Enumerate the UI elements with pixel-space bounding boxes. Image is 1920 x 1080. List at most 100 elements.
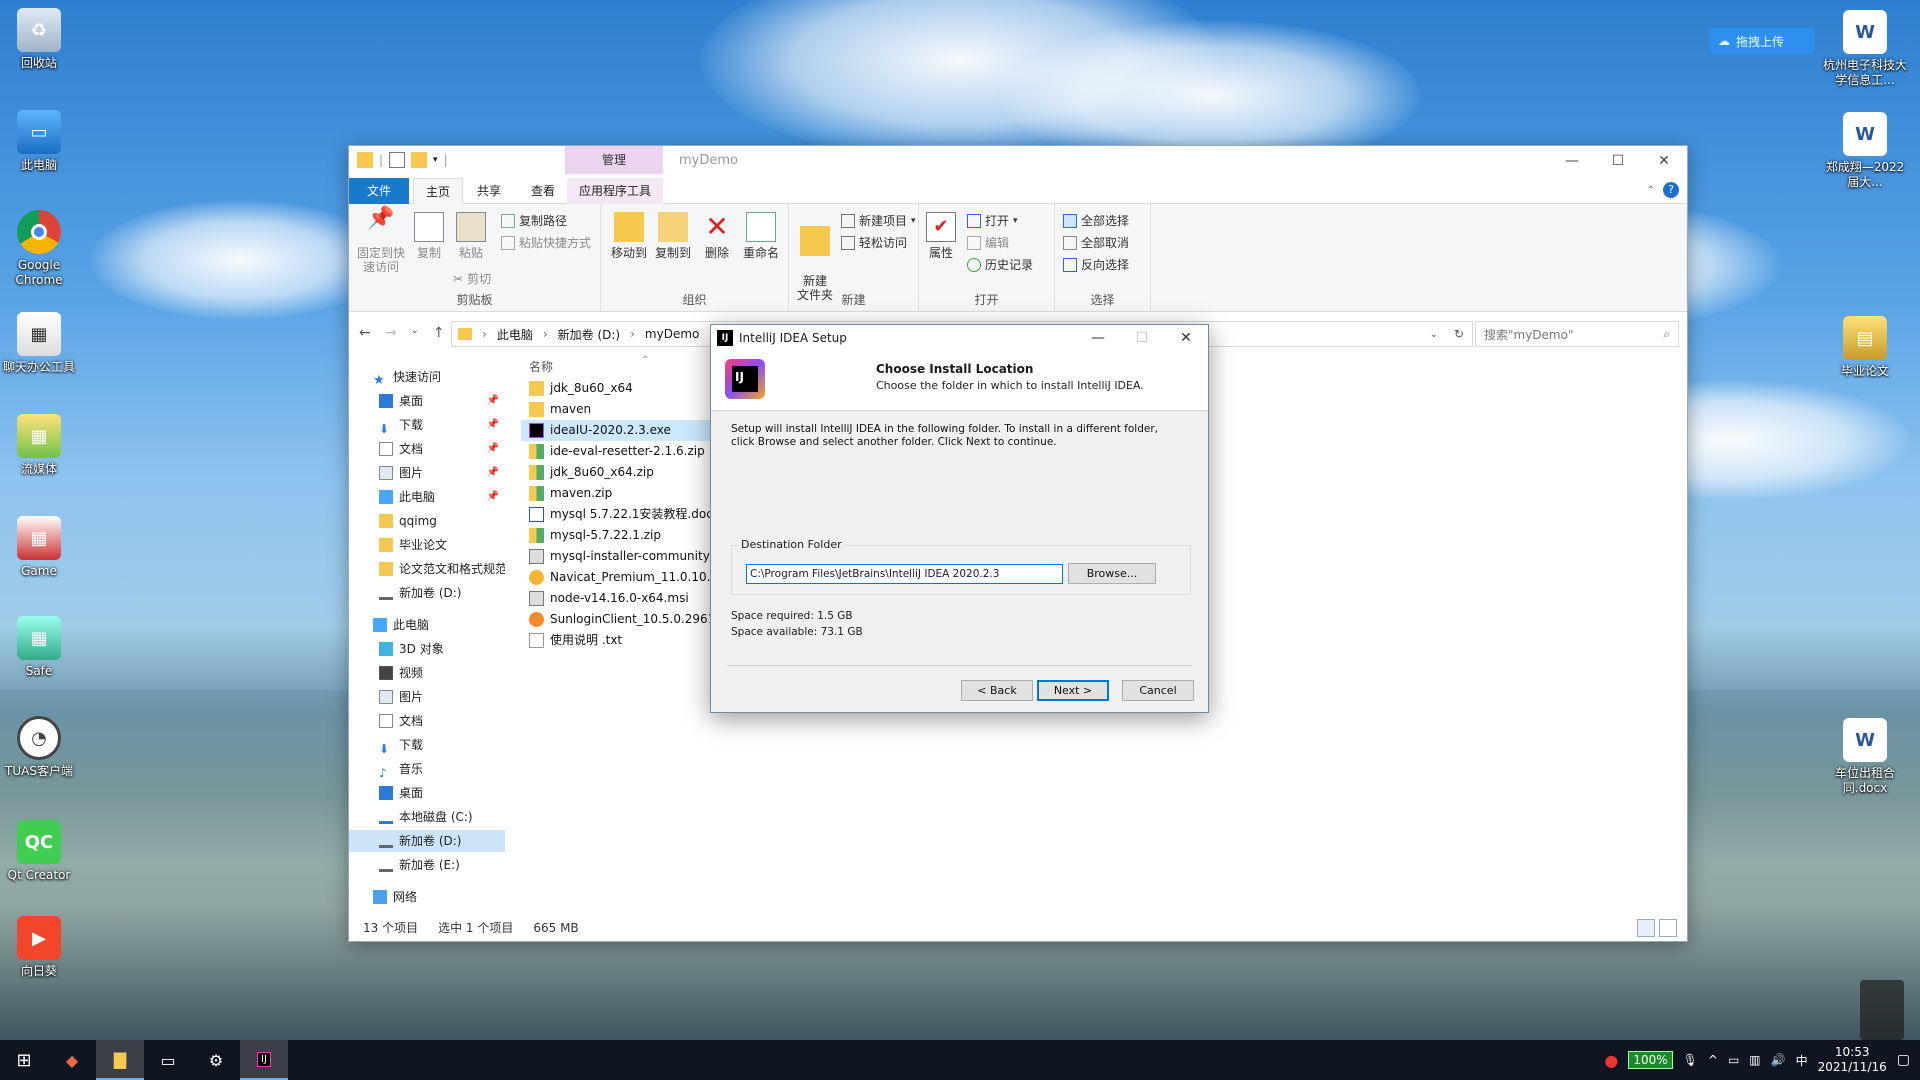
desktop-icon-game[interactable]: ▦ Game bbox=[0, 516, 78, 579]
select-none-button[interactable]: 全部取消 bbox=[1063, 234, 1129, 251]
address-dropdown-icon[interactable]: ⌄ bbox=[1430, 329, 1438, 340]
network-icon[interactable]: ▥ bbox=[1749, 1053, 1760, 1067]
large-icons-view-icon[interactable] bbox=[1659, 919, 1677, 937]
taskbar-settings[interactable]: ⚙ bbox=[192, 1040, 240, 1080]
breadcrumb-mydemo[interactable]: myDemo bbox=[645, 327, 699, 341]
antivirus-tray-icon[interactable]: ● bbox=[1604, 1051, 1618, 1070]
battery-indicator[interactable]: 100% bbox=[1628, 1051, 1673, 1069]
pin-quick-access-button[interactable]: 📌 固定到快速访问 bbox=[355, 208, 407, 275]
tab-share[interactable]: 共享 bbox=[465, 178, 513, 204]
taskbar-file-explorer[interactable]: ▇ bbox=[96, 1040, 144, 1080]
open-button[interactable]: 打开 ▾ bbox=[967, 212, 1018, 229]
next-button[interactable]: Next > bbox=[1037, 680, 1109, 701]
nav-3d-objects[interactable]: 3D 对象 bbox=[349, 638, 505, 660]
paste-shortcut-button[interactable]: 粘贴快捷方式 bbox=[501, 234, 591, 251]
easy-access-button[interactable]: 轻松访问 bbox=[841, 234, 907, 251]
nav-downloads-pc[interactable]: ⬇ 下载 bbox=[349, 734, 505, 756]
desktop-icon-streaming[interactable]: ▦ 流媒体 bbox=[0, 414, 78, 477]
paste-button[interactable]: 粘贴 bbox=[453, 212, 489, 260]
nav-drive-e[interactable]: 新加卷 (E:) bbox=[349, 854, 505, 876]
battery-icon[interactable]: ▭ bbox=[1728, 1053, 1739, 1067]
dialog-minimize-button[interactable]: — bbox=[1076, 325, 1120, 351]
clock[interactable]: 10:53 2021/11/16 bbox=[1818, 1045, 1887, 1075]
nav-desktop-pc[interactable]: 桌面 bbox=[349, 782, 505, 804]
search-box[interactable]: 搜索"myDemo" ⌕ bbox=[1475, 321, 1679, 347]
tab-application-tools[interactable]: 应用程序工具 bbox=[567, 178, 664, 204]
install-path-input[interactable]: C:\Program Files\JetBrains\IntelliJ IDEA… bbox=[746, 564, 1063, 584]
back-button[interactable]: < Back bbox=[961, 680, 1033, 701]
minimize-button[interactable]: — bbox=[1549, 146, 1595, 176]
chevron-up-icon[interactable]: ^ bbox=[1708, 1053, 1718, 1067]
new-folder-button[interactable]: 新建 文件夹 bbox=[793, 212, 837, 302]
baidu-upload-button[interactable]: ☁ 拖拽上传 bbox=[1710, 28, 1814, 54]
edit-button[interactable]: 编辑 bbox=[967, 234, 1009, 251]
refresh-icon[interactable]: ↻ bbox=[1454, 327, 1464, 341]
details-view-icon[interactable] bbox=[1637, 919, 1655, 937]
tab-view[interactable]: 查看 bbox=[519, 178, 567, 204]
desktop-icon-doc-1[interactable]: W 杭州电子科技大学信息工... bbox=[1820, 10, 1910, 88]
back-arrow-icon[interactable]: ← bbox=[359, 325, 371, 341]
new-item-button[interactable]: 新建项目 ▾ bbox=[841, 212, 916, 229]
nav-network[interactable]: 网络 bbox=[349, 886, 505, 908]
start-button[interactable]: ⊞ bbox=[0, 1040, 48, 1080]
nav-desktop[interactable]: 桌面 📌 bbox=[349, 390, 505, 412]
nav-music[interactable]: ♪ 音乐 bbox=[349, 758, 505, 780]
delete-button[interactable]: ✕ 删除 bbox=[699, 212, 735, 261]
taskbar-game-app[interactable]: ◆ bbox=[48, 1040, 96, 1080]
collapse-ribbon-icon[interactable]: ⌃ bbox=[1647, 185, 1655, 196]
nav-drive-d[interactable]: 新加卷 (D:) bbox=[349, 830, 505, 852]
move-to-button[interactable]: 移动到 bbox=[609, 212, 649, 260]
dialog-close-button[interactable]: ✕ bbox=[1164, 325, 1208, 351]
nav-downloads[interactable]: ⬇ 下载 📌 bbox=[349, 414, 505, 436]
chevron-down-icon[interactable]: ▾ bbox=[433, 155, 438, 165]
nav-documents[interactable]: 文档 📌 bbox=[349, 438, 505, 460]
forward-arrow-icon[interactable]: → bbox=[385, 325, 397, 341]
nav-videos[interactable]: 视频 bbox=[349, 662, 505, 684]
notification-icon[interactable]: ▢ bbox=[1897, 1052, 1910, 1068]
select-all-button[interactable]: 全部选择 bbox=[1063, 212, 1129, 229]
desktop-icon-recycle-bin[interactable]: ♻ 回收站 bbox=[0, 8, 78, 71]
nav-pictures-pc[interactable]: 图片 bbox=[349, 686, 505, 708]
desktop-icon-this-pc[interactable]: ▭ 此电脑 bbox=[0, 110, 78, 173]
tab-file[interactable]: 文件 bbox=[349, 178, 409, 204]
tab-home[interactable]: 主页 bbox=[413, 178, 464, 204]
properties-button[interactable]: ✔ 属性 bbox=[923, 212, 959, 260]
desktop-icon-contract[interactable]: W 车位出租合同.docx bbox=[1820, 718, 1910, 796]
breadcrumb-drive-d[interactable]: 新加卷 (D:) bbox=[558, 326, 620, 343]
browse-button[interactable]: Browse... bbox=[1068, 563, 1156, 584]
recent-chevron-icon[interactable]: ⌄ bbox=[410, 325, 418, 341]
close-button[interactable]: ✕ bbox=[1641, 146, 1687, 176]
up-arrow-icon[interactable]: ↑ bbox=[433, 325, 445, 341]
nav-paper-format[interactable]: 论文范文和格式规范 bbox=[349, 558, 505, 580]
copy-to-button[interactable]: 复制到 bbox=[653, 212, 693, 260]
nav-qqimg[interactable]: qqimg bbox=[349, 510, 505, 532]
rename-button[interactable]: 重命名 bbox=[739, 212, 783, 260]
desktop-icon-safe[interactable]: ▦ Safe bbox=[0, 616, 78, 679]
nav-this-pc[interactable]: 此电脑 bbox=[349, 614, 505, 636]
breadcrumb-this-pc[interactable]: 此电脑 bbox=[497, 326, 533, 343]
copy-button[interactable]: 复制 bbox=[411, 212, 447, 260]
maximize-button[interactable]: ☐ bbox=[1595, 146, 1641, 176]
microphone-icon[interactable]: 🎙 bbox=[1683, 1053, 1698, 1067]
new-folder-icon[interactable] bbox=[411, 152, 428, 168]
taskbar-terminal[interactable]: ▭ bbox=[144, 1040, 192, 1080]
help-icon[interactable]: ? bbox=[1663, 182, 1679, 198]
desktop-icon-chat-tools[interactable]: ▦ 聊天办公工具 bbox=[0, 312, 78, 375]
desktop-icon-doc-2[interactable]: W 郑成翔—2022届大... bbox=[1820, 112, 1910, 190]
nav-quick-access[interactable]: ★ 快速访问 bbox=[349, 366, 505, 388]
taskbar-intellij-setup[interactable]: IJ bbox=[240, 1040, 288, 1080]
invert-selection-button[interactable]: 反向选择 bbox=[1063, 256, 1129, 273]
nav-this-pc-quick[interactable]: 此电脑 📌 bbox=[349, 486, 505, 508]
cut-button[interactable]: ✂ 剪切 bbox=[453, 270, 491, 287]
nav-thesis[interactable]: 毕业论文 bbox=[349, 534, 505, 556]
desktop-icon-chrome[interactable]: Google Chrome bbox=[0, 210, 78, 288]
copy-path-button[interactable]: 复制路径 bbox=[501, 212, 567, 229]
nav-documents-pc[interactable]: 文档 bbox=[349, 710, 505, 732]
desktop-icon-thesis[interactable]: ▤ 毕业论文 bbox=[1820, 316, 1910, 379]
cancel-button[interactable]: Cancel bbox=[1122, 680, 1194, 701]
properties-check-icon[interactable] bbox=[389, 152, 406, 168]
desktop-icon-tuas[interactable]: ◔ TUAS客户端 bbox=[0, 716, 78, 779]
desktop-icon-sunlogin[interactable]: ▶ 向日葵 bbox=[0, 916, 78, 979]
nav-drive-d-quick[interactable]: 新加卷 (D:) bbox=[349, 582, 505, 604]
nav-drive-c[interactable]: 本地磁盘 (C:) bbox=[349, 806, 505, 828]
